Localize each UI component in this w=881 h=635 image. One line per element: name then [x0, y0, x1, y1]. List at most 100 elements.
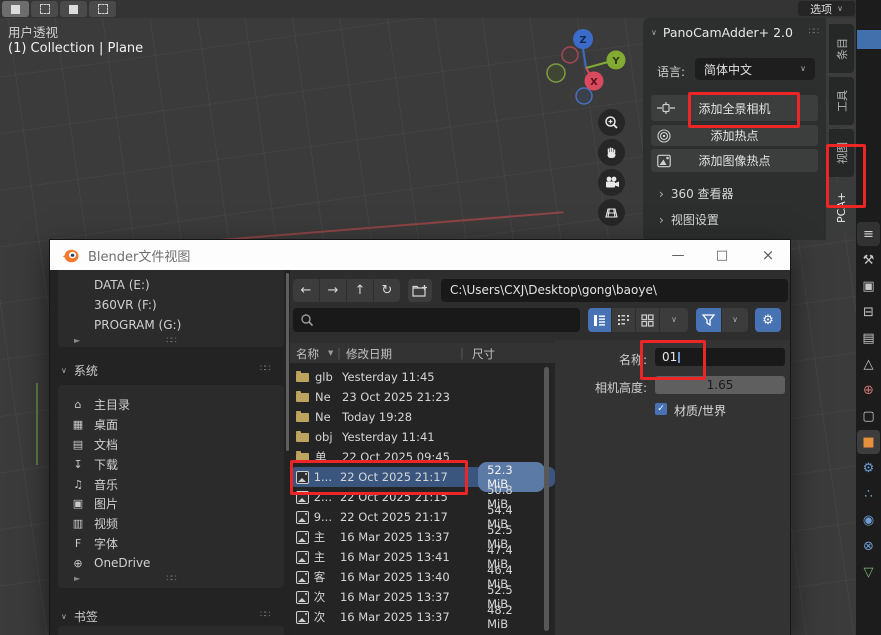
section-360-viewer[interactable]: › 360 查看器: [659, 185, 734, 202]
properties-tab[interactable]: ▣: [857, 274, 880, 298]
tab-item[interactable]: 条目: [829, 24, 854, 73]
tab-tool[interactable]: 工具: [829, 77, 854, 125]
add-hotspot-button[interactable]: 添加热点: [651, 125, 818, 146]
tab-pca[interactable]: PCA+: [829, 181, 854, 233]
properties-tab[interactable]: ⊕: [857, 378, 880, 402]
grip-icon[interactable]: ∷∷: [260, 364, 269, 374]
volume-item[interactable]: DATA (E:): [58, 275, 284, 295]
camera-height-input[interactable]: 1.65: [655, 376, 785, 394]
select-box-icon[interactable]: [31, 1, 58, 17]
properties-tabs: ≡ ⚒▣⊟▤△ ⊕ ▢ ■ ⚙∴◉⊗▽: [856, 222, 881, 584]
column-name[interactable]: 名称: [296, 346, 319, 362]
image-icon: [296, 591, 309, 604]
file-row[interactable]: obj Yesterday 11:41: [290, 427, 555, 447]
object-icon: ■: [862, 435, 874, 450]
column-size[interactable]: 尺寸: [472, 346, 495, 362]
addon-panel-header[interactable]: ∨ PanoCamAdder+ 2.0: [651, 25, 793, 40]
sidebar-item[interactable]: ⌂ 主目录: [58, 395, 284, 415]
grip-icon[interactable]: ∷∷: [260, 610, 269, 620]
sidebar-item[interactable]: ▤ 文档: [58, 435, 284, 455]
volumes-box: DATA (E:) 360VR (F:) PROGRAM (G:) ► ∷∷: [58, 270, 284, 347]
properties-tab[interactable]: ▢: [857, 404, 880, 428]
zoom-icon[interactable]: [598, 109, 625, 136]
file-row[interactable]: Ne Today 19:28: [290, 407, 555, 427]
material-world-checkbox[interactable]: ✓: [655, 403, 667, 415]
grid-ortho-icon[interactable]: [598, 199, 625, 226]
properties-tab[interactable]: ■: [857, 430, 880, 454]
tweak-icon[interactable]: [2, 1, 29, 17]
sidebar-item[interactable]: ▦ 桌面: [58, 415, 284, 435]
column-date[interactable]: 修改日期: [346, 346, 392, 362]
properties-tab[interactable]: ≡: [857, 222, 880, 246]
properties-tab[interactable]: ⚒: [857, 248, 880, 272]
up-icon[interactable]: ↑: [347, 279, 373, 302]
filter-options-dropdown[interactable]: ∨: [722, 308, 748, 332]
properties-tab[interactable]: ▤: [857, 326, 880, 350]
tab-view[interactable]: 视图: [829, 129, 854, 177]
file-list: glb Yesterday 11:45 Ne 23 Oct 2025 21:23…: [290, 363, 555, 635]
font-icon: F: [71, 538, 85, 549]
select-add-icon[interactable]: [60, 1, 87, 17]
dialog-titlebar[interactable]: Blender文件视图 — □ ×: [50, 240, 790, 270]
navigation-gizmo[interactable]: Z Y X: [546, 26, 632, 108]
minimize-icon[interactable]: —: [656, 240, 700, 270]
search-input[interactable]: [293, 308, 580, 332]
maximize-icon[interactable]: □: [700, 240, 744, 270]
select-mode-buttons: [2, 1, 116, 17]
language-label: 语言:: [657, 63, 685, 80]
sidebar-item[interactable]: ↧ 下载: [58, 454, 284, 474]
properties-tab[interactable]: △: [857, 352, 880, 376]
image-icon: [296, 571, 309, 584]
system-expand[interactable]: ► ∷∷: [58, 573, 284, 586]
back-icon[interactable]: ←: [293, 279, 319, 302]
world-icon: ⊕: [863, 383, 874, 398]
sidebar-item[interactable]: F 字体: [58, 534, 284, 554]
volumes-expand[interactable]: ► ∷∷: [58, 335, 284, 348]
file-row[interactable]: 次 16 Mar 2025 13:37 48.2 MiB: [290, 607, 555, 627]
gear-icon[interactable]: ⚙: [755, 308, 781, 332]
sidebar-scrollbar[interactable]: [286, 273, 289, 451]
display-options-dropdown[interactable]: ∨: [660, 308, 688, 332]
options-button[interactable]: 选项 ∨: [798, 1, 855, 16]
file-row[interactable]: glb Yesterday 11:45: [290, 367, 555, 387]
sidebar-item[interactable]: ▥ 视频: [58, 514, 284, 534]
properties-tab[interactable]: ▽: [857, 560, 880, 584]
bookmarks-section-header[interactable]: ∨ 书签: [61, 608, 98, 625]
filter-icon[interactable]: [696, 308, 721, 332]
file-list-scrollbar[interactable]: [544, 367, 549, 631]
file-row[interactable]: Ne 23 Oct 2025 21:23: [290, 387, 555, 407]
language-select[interactable]: 简体中文 ∨: [695, 58, 815, 80]
vertical-list-icon[interactable]: [588, 308, 611, 332]
blue-indicator: [857, 30, 881, 49]
new-folder-icon[interactable]: [408, 279, 432, 302]
camera-view-icon[interactable]: [598, 169, 625, 196]
properties-tab[interactable]: ⚙: [857, 456, 880, 480]
add-pano-camera-button[interactable]: 添加全景相机: [651, 95, 818, 121]
add-image-hotspot-button[interactable]: 添加图像热点: [651, 149, 818, 172]
context-label: (1) Collection | Plane: [8, 41, 143, 56]
properties-tab[interactable]: ◉: [857, 508, 880, 532]
chevron-down-icon: ∨: [651, 29, 657, 37]
folder-icon: [296, 373, 309, 382]
select-subtract-icon[interactable]: [89, 1, 116, 17]
sidebar-item[interactable]: ▣ 图片: [58, 494, 284, 514]
sidebar-item[interactable]: ♫ 音乐: [58, 474, 284, 494]
forward-icon[interactable]: →: [320, 279, 346, 302]
filename-input[interactable]: 01: [655, 348, 785, 366]
sidebar-item[interactable]: ⊕ OneDrive: [58, 553, 284, 573]
close-icon[interactable]: ×: [746, 240, 790, 270]
volume-item[interactable]: PROGRAM (G:): [58, 315, 284, 335]
horizontal-list-icon[interactable]: [612, 308, 635, 332]
refresh-icon[interactable]: ↻: [374, 279, 400, 302]
properties-tab[interactable]: ⊟: [857, 300, 880, 324]
system-section-header[interactable]: ∨ 系统: [61, 362, 98, 379]
section-view-settings[interactable]: › 视图设置: [659, 211, 719, 228]
properties-tab[interactable]: ⊗: [857, 534, 880, 558]
properties-editor-icon: ≡: [863, 227, 874, 242]
properties-tab[interactable]: ∴: [857, 482, 880, 506]
volume-item[interactable]: 360VR (F:): [58, 295, 284, 315]
thumbnails-icon[interactable]: [636, 308, 659, 332]
path-field[interactable]: C:\Users\CXJ\Desktop\gong\baoye\: [441, 279, 788, 302]
pan-hand-icon[interactable]: [598, 139, 625, 166]
panel-grip-icon[interactable]: ∷∷: [809, 27, 818, 37]
